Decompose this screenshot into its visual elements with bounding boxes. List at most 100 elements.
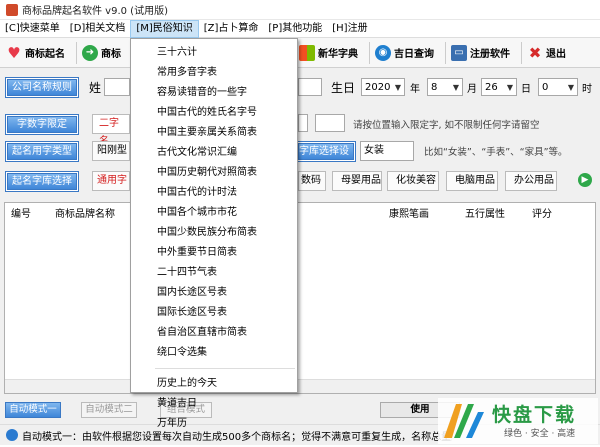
surname-label: 姓: [89, 80, 102, 95]
close-icon: ✖: [528, 43, 542, 62]
library-select-button[interactable]: 起名字库选择: [6, 171, 78, 191]
menu-folklore[interactable]: [M]民俗知识: [130, 19, 199, 38]
category-cosmetics[interactable]: 化妆美容: [387, 171, 439, 191]
watermark-tagline: 绿色 · 安全 · 高速: [504, 429, 576, 439]
col-kangxi-strokes: 康熙笔画: [389, 209, 429, 220]
char-limit-button[interactable]: 字数字限定: [6, 114, 78, 134]
day-select[interactable]: 26 ▼: [481, 78, 517, 96]
menu-other[interactable]: [P]其他功能: [263, 20, 327, 38]
limit-input-2[interactable]: [315, 114, 345, 132]
limit-row: 字数字限定 二字名 请按位置输入限定字, 如不限制任何字请留空: [0, 114, 600, 147]
menu-item[interactable]: 中国古代的姓氏名字号: [131, 103, 297, 123]
app-window: 商标品牌起名软件 v9.0 (试用版) [C]快速菜单 [D]相关文档 [M]民…: [0, 0, 600, 445]
month-value: 8: [431, 81, 438, 93]
menu-docs[interactable]: [D]相关文档: [65, 20, 131, 38]
results-table: 编号 商标品牌名称 康熙笔画 五行属性 评分: [4, 202, 596, 394]
menu-item[interactable]: 中国各个城市市花: [131, 203, 297, 223]
month-unit: 月: [467, 83, 477, 95]
toolbar-label: 商标起名: [25, 49, 65, 60]
windows-flag-icon: [299, 44, 315, 61]
menu-group-knowledge: 三十六计 常用多音字表 容易读错音的一些字 中国古代的姓氏名字号 中国主要亲属关系简表古…: [131, 43, 297, 363]
category-baby[interactable]: 母婴用品: [332, 171, 382, 191]
toolbar-separator: [369, 41, 370, 64]
menu-item[interactable]: 容易读错音的一些字: [131, 83, 297, 103]
surname-row: 公司名称规则 姓 生日 2020 ▼ 年 8 ▼ 月 26 ▼ 日 0 ▼ 时: [0, 77, 600, 97]
limit-input-1[interactable]: [298, 114, 308, 132]
common-char-option[interactable]: 通用字: [92, 171, 130, 191]
year-select[interactable]: 2020 ▼: [361, 78, 405, 96]
menu-item[interactable]: 古代文化常识汇编: [131, 143, 297, 163]
category-office[interactable]: 办公用品: [505, 171, 557, 191]
heart-icon: ♥: [7, 43, 21, 62]
toolbar-dictionary-button[interactable]: 新华字典: [297, 41, 364, 65]
category-digital[interactable]: 数码: [298, 171, 326, 191]
category-hint: 比如“女装”、“手表”、“家具”等。: [424, 147, 568, 158]
toolbar-label: 注册软件: [470, 49, 510, 60]
toolbar-separator: [445, 41, 446, 64]
library-settings-button[interactable]: 字库选择设置: [297, 141, 355, 161]
hour-select[interactable]: 0 ▼: [538, 78, 578, 96]
menu-item[interactable]: 常用多音字表: [131, 63, 297, 83]
menu-item[interactable]: 中国古代的计时法: [131, 183, 297, 203]
toolbar-separator: [521, 41, 522, 64]
toolbar-label: 吉日查询: [394, 49, 434, 60]
toolbar-exit-button[interactable]: ✖ 退出: [525, 41, 572, 65]
menu-item[interactable]: 绕口令选集: [131, 343, 297, 363]
menu-item[interactable]: 中外重要节日简表: [131, 243, 297, 263]
auto-mode-2-button[interactable]: 自动模式二: [81, 402, 137, 418]
globe-icon: ◉: [375, 44, 391, 61]
toolbar-brand-button[interactable]: ➜ 商标: [80, 41, 127, 65]
menu-item[interactable]: 中国历史朝代对照简表: [131, 163, 297, 183]
table-header: 编号 商标品牌名称 康熙笔画 五行属性 评分: [5, 203, 595, 221]
menu-quick[interactable]: [C]快速菜单: [0, 20, 65, 38]
menu-group-calendar: 历史上的今天 黄道吉日 万年历: [131, 374, 297, 434]
watermark-brand: 快盘下载: [492, 404, 577, 426]
menu-item[interactable]: 万年历: [131, 414, 297, 434]
toolbar-register-button[interactable]: ▭ 注册软件: [449, 41, 516, 65]
menu-item[interactable]: 中国主要亲属关系简表: [131, 123, 297, 143]
two-char-option[interactable]: 二字名: [92, 114, 130, 147]
col-brand-name: 商标品牌名称: [55, 209, 115, 220]
menu-item[interactable]: 三十六计: [131, 43, 297, 63]
menu-item[interactable]: 黄道吉日: [131, 394, 297, 414]
char-type-button[interactable]: 起名用字类型: [6, 141, 78, 161]
col-number: 编号: [11, 209, 31, 220]
menu-item[interactable]: 国内长途区号表: [131, 283, 297, 303]
toolbar-lucky-day-button[interactable]: ◉ 吉日查询: [373, 41, 440, 65]
category-computer[interactable]: 电脑用品: [446, 171, 498, 191]
rules-button[interactable]: 公司名称规则: [6, 77, 78, 97]
hour-value: 0: [542, 81, 549, 93]
auto-mode-1-button[interactable]: 自动模式一: [5, 402, 61, 418]
category-input[interactable]: 女装: [360, 141, 414, 161]
day-unit: 日: [521, 83, 531, 95]
category-row: 起名用字类型 阳刚型 字库选择设置 女装 比如“女装”、“手表”、“家具”等。: [0, 141, 600, 161]
title-bar: 商标品牌起名软件 v9.0 (试用版): [0, 0, 600, 20]
monitor-icon: ▭: [451, 44, 467, 61]
day-value: 26: [485, 81, 498, 93]
menu-register[interactable]: [H]注册: [327, 20, 372, 38]
birthday-label: 生日: [331, 80, 356, 95]
toolbar-brand-naming-button[interactable]: ♥ 商标起名: [4, 41, 71, 65]
toolbar: ♥ 商标起名 ➜ 商标 新华字典 ◉ 吉日查询 ▭ 注册软件 ✖ 退出: [0, 38, 600, 68]
horizontal-scrollbar[interactable]: [5, 379, 595, 393]
info-icon: [6, 429, 18, 441]
menu-separator: [155, 368, 295, 369]
toolbar-label: 退出: [546, 49, 566, 60]
library-row: 起名字库选择 通用字 数码 母婴用品 化妆美容 电脑用品 办公用品 ▶: [0, 171, 600, 191]
col-five-elements: 五行属性: [465, 209, 505, 220]
menu-divination[interactable]: [Z]占卜算命: [199, 20, 264, 38]
surname-input[interactable]: [104, 78, 130, 96]
next-arrow-icon[interactable]: ▶: [578, 173, 592, 187]
watermark-logo: 快盘下载 绿色 · 安全 · 高速: [438, 398, 598, 444]
menu-item[interactable]: 中国少数民族分布简表: [131, 223, 297, 243]
menu-item[interactable]: 国际长途区号表: [131, 303, 297, 323]
menu-item[interactable]: 二十四节气表: [131, 263, 297, 283]
menu-item[interactable]: 历史上的今天: [131, 374, 297, 394]
arrow-right-icon: ➜: [82, 44, 98, 61]
month-select[interactable]: 8 ▼: [427, 78, 463, 96]
masculine-option[interactable]: 阳刚型: [92, 141, 130, 161]
toolbar-label: 新华字典: [318, 49, 358, 60]
menu-item[interactable]: 省自治区直辖市简表: [131, 323, 297, 343]
surname-input-right[interactable]: [298, 78, 322, 96]
year-unit: 年: [410, 83, 420, 95]
